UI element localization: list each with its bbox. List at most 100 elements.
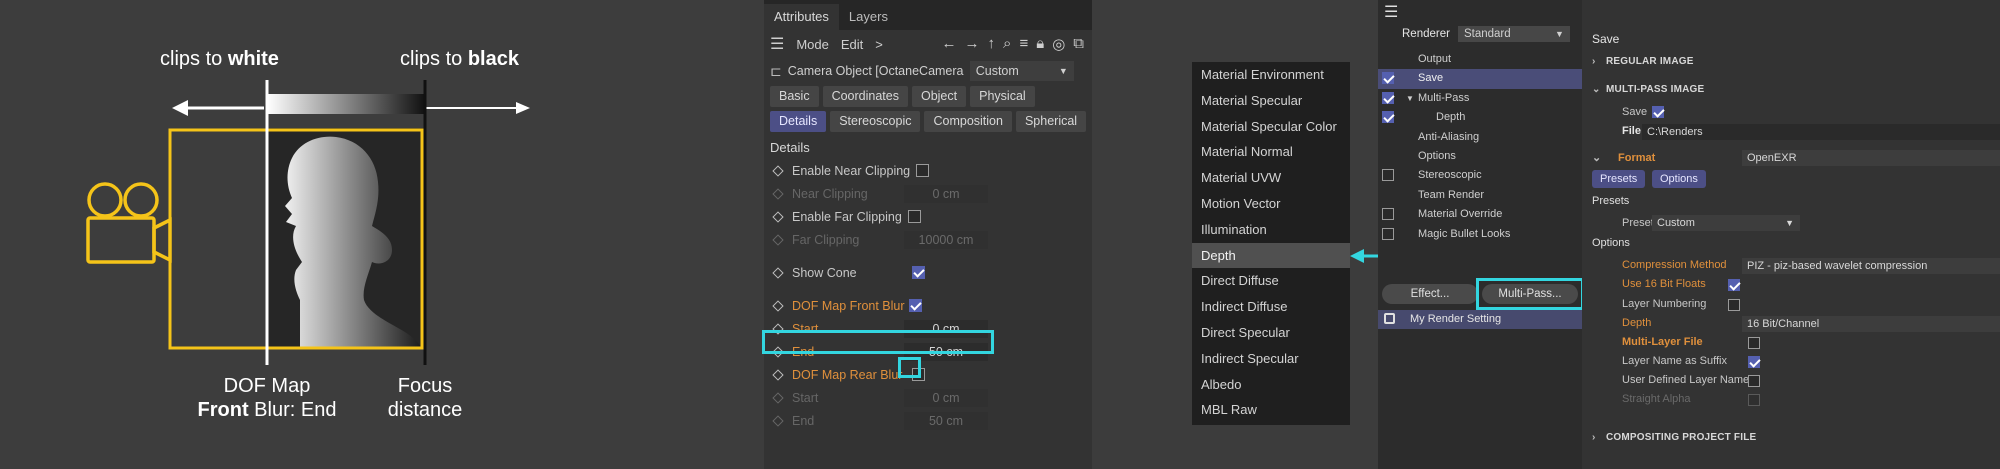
tab-object[interactable]: Object: [911, 86, 967, 107]
tab-composition[interactable]: Composition: [924, 111, 1012, 132]
menu-item-indirect-diffuse[interactable]: Indirect Diffuse: [1192, 294, 1350, 320]
format-label[interactable]: ⌄ Format: [1592, 151, 1655, 164]
tree-item-output[interactable]: Output: [1378, 50, 1582, 69]
use16-label: Use 16 Bit Floats: [1622, 278, 1706, 290]
tree-item-magic-bullet[interactable]: Magic Bullet Looks: [1378, 225, 1582, 244]
presets-dropdown[interactable]: Custom ▼: [1652, 215, 1800, 231]
tab-physical[interactable]: Physical: [970, 86, 1035, 107]
renderer-dropdown[interactable]: Standard ▼: [1457, 26, 1570, 42]
hamburger-icon[interactable]: ☰: [1384, 2, 1398, 22]
tab-details[interactable]: Details: [770, 111, 827, 132]
menu-item-albedo[interactable]: Albedo: [1192, 372, 1350, 398]
depth-dropdown[interactable]: 16 Bit/Channel: [1742, 316, 2000, 332]
multipass-checkbox[interactable]: [1382, 91, 1394, 104]
stereoscopic-checkbox[interactable]: [1382, 169, 1394, 182]
attribute-tabs-row1: Basic Coordinates Object Physical: [764, 84, 1092, 109]
options-button[interactable]: Options: [1652, 170, 1706, 188]
enable-near-clipping-checkbox[interactable]: [916, 164, 930, 177]
far-clipping-field[interactable]: 10000 cm: [904, 230, 988, 249]
format-dropdown[interactable]: OpenEXR: [1742, 150, 2000, 166]
section-compositing[interactable]: › COMPOSITING PROJECT FILE: [1592, 432, 1756, 443]
near-clipping-field[interactable]: 0 cm: [904, 184, 988, 203]
keyframe-diamond-icon[interactable]: [772, 299, 784, 312]
material-override-checkbox[interactable]: [1382, 208, 1394, 221]
layer-numbering-checkbox[interactable]: [1728, 299, 1740, 311]
tab-basic[interactable]: Basic: [770, 86, 819, 107]
tree-item-options[interactable]: Options: [1378, 147, 1582, 166]
menu-item-motion-vector[interactable]: Motion Vector: [1192, 191, 1350, 217]
magic-bullet-checkbox[interactable]: [1382, 227, 1394, 240]
tree-item-stereoscopic[interactable]: Stereoscopic: [1378, 166, 1582, 185]
tree-item-anti-aliasing[interactable]: Anti-Aliasing: [1378, 128, 1582, 147]
menu-item-material-normal[interactable]: Material Normal: [1192, 139, 1350, 165]
forward-arrow-icon[interactable]: →: [965, 35, 980, 53]
tab-stereoscopic[interactable]: Stereoscopic: [830, 111, 921, 132]
rear-end-field[interactable]: 50 cm: [904, 411, 988, 430]
object-preset-dropdown[interactable]: Custom ▼: [969, 61, 1074, 81]
chevron-right-icon: ›: [1592, 432, 1596, 443]
section-regular-image[interactable]: › REGULAR IMAGE: [1592, 56, 1694, 67]
effect-button[interactable]: Effect...: [1382, 284, 1478, 304]
back-arrow-icon[interactable]: ←: [942, 35, 957, 53]
new-window-icon[interactable]: ⧉: [1073, 35, 1084, 53]
section-multipass-image[interactable]: ⌄ MULTI-PASS IMAGE: [1592, 84, 1704, 95]
enable-far-clipping-checkbox[interactable]: [907, 210, 921, 223]
menu-item-depth[interactable]: Depth: [1192, 242, 1350, 269]
file-path-input[interactable]: C:\Renders: [1642, 124, 2000, 140]
tree-item-team-render[interactable]: Team Render: [1378, 186, 1582, 205]
menu-item-mbl-raw[interactable]: MBL Raw: [1192, 397, 1350, 423]
param-rear-end: End 50 cm: [764, 409, 1092, 432]
menu-item-material-specular[interactable]: Material Specular: [1192, 88, 1350, 114]
keyframe-diamond-icon[interactable]: [772, 164, 784, 177]
chevron-down-icon: ▼: [1058, 66, 1068, 76]
keyframe-diamond-icon: [772, 233, 784, 246]
keyframe-diamond-icon[interactable]: [772, 266, 784, 279]
compression-dropdown[interactable]: PIZ - piz-based wavelet compression: [1742, 258, 2000, 274]
menu-more[interactable]: >: [875, 37, 883, 52]
user-layer-checkbox[interactable]: [1748, 375, 1760, 387]
keyframe-diamond-icon[interactable]: [772, 368, 784, 381]
param-dof-rear-blur: DOF Map Rear Blur: [764, 363, 1092, 386]
menu-item-material-environment[interactable]: Material Environment: [1192, 62, 1350, 88]
dof-front-blur-checkbox[interactable]: [908, 299, 922, 312]
up-arrow-icon[interactable]: ↑: [988, 35, 996, 53]
menu-item-direct-specular[interactable]: Direct Specular: [1192, 320, 1350, 346]
rear-start-field[interactable]: 0 cm: [904, 388, 988, 407]
tree-item-depth[interactable]: Depth: [1378, 108, 1582, 127]
lock-icon[interactable]: 🔒︎: [1036, 35, 1044, 53]
show-cone-checkbox[interactable]: [912, 266, 925, 279]
expand-arrow-icon[interactable]: ▼: [1406, 89, 1414, 108]
target-icon[interactable]: ◎: [1052, 35, 1065, 53]
menu-item-material-specular-color[interactable]: Material Specular Color: [1192, 114, 1350, 140]
menu-item-direct-diffuse[interactable]: Direct Diffuse: [1192, 268, 1350, 294]
menu-edit[interactable]: Edit: [841, 37, 863, 52]
filter-icon[interactable]: ≡: [1019, 35, 1028, 53]
multilayer-checkbox[interactable]: [1748, 337, 1760, 349]
tab-attributes[interactable]: Attributes: [764, 4, 839, 30]
options-header: Options: [1592, 237, 1630, 249]
keyframe-diamond-icon[interactable]: [772, 210, 784, 223]
render-settings-tree: Output Save ▼ Multi-Pass Depth Anti-Alias…: [1378, 50, 1582, 244]
use16-checkbox[interactable]: [1728, 279, 1740, 291]
layer-suffix-checkbox[interactable]: [1748, 356, 1760, 368]
mp-save-checkbox[interactable]: [1652, 106, 1664, 118]
save-checkbox[interactable]: [1382, 72, 1394, 85]
dof-map-label: DOF Map Front Blur: End: [197, 375, 337, 421]
tab-layers[interactable]: Layers: [839, 4, 898, 30]
hamburger-icon[interactable]: ☰: [770, 34, 784, 54]
compression-label: Compression Method: [1622, 259, 1727, 271]
menu-item-illumination[interactable]: Illumination: [1192, 217, 1350, 243]
tab-coordinates[interactable]: Coordinates: [822, 86, 908, 107]
menu-item-material-uvw[interactable]: Material UVW: [1192, 165, 1350, 191]
multipass-menu-list: Material Environment Material Specular M…: [1192, 62, 1350, 425]
tree-item-save[interactable]: Save: [1378, 69, 1582, 89]
presets-button[interactable]: Presets: [1592, 170, 1646, 188]
tree-item-multipass[interactable]: ▼ Multi-Pass: [1378, 89, 1582, 108]
menu-mode[interactable]: Mode: [796, 37, 829, 52]
depth-checkbox[interactable]: [1382, 111, 1394, 124]
menu-item-indirect-specular[interactable]: Indirect Specular: [1192, 346, 1350, 372]
search-icon[interactable]: ⌕: [1003, 35, 1011, 53]
tree-item-material-override[interactable]: Material Override: [1378, 205, 1582, 224]
my-render-setting-item[interactable]: My Render Setting: [1378, 310, 1582, 329]
tab-spherical[interactable]: Spherical: [1015, 111, 1087, 132]
